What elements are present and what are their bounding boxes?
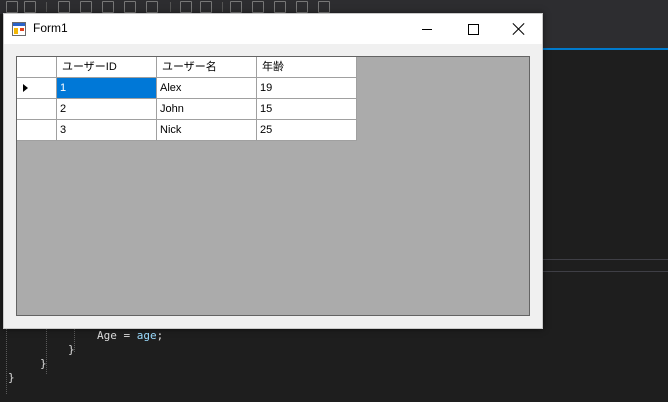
toolbar-tool-icon[interactable] bbox=[200, 1, 212, 13]
toolbar-tool-icon[interactable] bbox=[58, 1, 70, 13]
ide-tab-strip bbox=[540, 14, 668, 50]
title-bar[interactable]: Form1 bbox=[4, 14, 542, 44]
code-line-brace: } bbox=[40, 357, 47, 370]
indent-guide bbox=[6, 324, 7, 394]
code-line-brace: } bbox=[68, 343, 75, 356]
table-row: 3 Nick 25 bbox=[17, 120, 357, 141]
column-header-user-name[interactable]: ユーザー名 bbox=[157, 57, 257, 78]
toolbar-tool-icon[interactable] bbox=[24, 1, 36, 13]
ide-panel-divider bbox=[540, 259, 668, 260]
toolbar-tool-icon[interactable] bbox=[274, 1, 286, 13]
window-title: Form1 bbox=[33, 21, 68, 35]
toolbar-tool-icon[interactable] bbox=[124, 1, 136, 13]
minimize-icon bbox=[422, 28, 432, 30]
toolbar-separator bbox=[46, 2, 47, 12]
maximize-button[interactable] bbox=[450, 14, 496, 44]
grid-corner-header[interactable] bbox=[17, 57, 57, 78]
row-header[interactable] bbox=[17, 78, 57, 99]
toolbar-separator bbox=[222, 2, 223, 12]
table-row: 2 John 15 bbox=[17, 99, 357, 120]
app-form-icon bbox=[12, 22, 26, 36]
toolbar-tool-icon[interactable] bbox=[146, 1, 158, 13]
cell-age[interactable]: 25 bbox=[257, 120, 357, 141]
bookmark-icon[interactable] bbox=[230, 1, 242, 13]
chevron-down-icon[interactable] bbox=[318, 1, 330, 13]
current-row-indicator-icon bbox=[23, 84, 28, 92]
cell-user-name[interactable]: Nick bbox=[157, 120, 257, 141]
minimize-button[interactable] bbox=[404, 14, 450, 44]
toolbar-tool-icon[interactable] bbox=[296, 1, 308, 13]
toolbar-tool-icon[interactable] bbox=[6, 1, 18, 13]
maximize-icon bbox=[467, 23, 479, 35]
cell-user-id[interactable]: 2 bbox=[57, 99, 157, 120]
cell-age[interactable]: 15 bbox=[257, 99, 357, 120]
ide-toolbar bbox=[0, 0, 668, 14]
data-grid[interactable]: ユーザーID ユーザー名 年齢 1 Alex 19 2 John 15 3 Ni… bbox=[16, 56, 530, 316]
table-row: 1 Alex 19 bbox=[17, 78, 357, 99]
cell-user-id[interactable]: 1 bbox=[57, 78, 157, 99]
ide-panel-divider bbox=[540, 271, 668, 272]
row-header[interactable] bbox=[17, 99, 57, 120]
cell-user-name[interactable]: John bbox=[157, 99, 257, 120]
toolbar-tool-icon[interactable] bbox=[252, 1, 264, 13]
cell-user-id[interactable]: 3 bbox=[57, 120, 157, 141]
cell-user-name[interactable]: Alex bbox=[157, 78, 257, 99]
row-header[interactable] bbox=[17, 120, 57, 141]
form-window: Form1 ユーザーID ユーザー名 年齢 1 Alex 19 2 John 1… bbox=[3, 13, 543, 329]
grid-header-row: ユーザーID ユーザー名 年齢 bbox=[17, 57, 357, 78]
toolbar-separator bbox=[170, 2, 171, 12]
close-button[interactable] bbox=[496, 14, 542, 44]
toolbar-tool-icon[interactable] bbox=[180, 1, 192, 13]
column-header-user-id[interactable]: ユーザーID bbox=[57, 57, 157, 78]
cell-age[interactable]: 19 bbox=[257, 78, 357, 99]
toolbar-tool-icon[interactable] bbox=[80, 1, 92, 13]
close-icon bbox=[513, 23, 525, 35]
column-header-age[interactable]: 年齢 bbox=[257, 57, 357, 78]
code-line-assignment: Age = age; bbox=[97, 329, 164, 342]
toolbar-tool-icon[interactable] bbox=[102, 1, 114, 13]
code-line-brace: } bbox=[8, 371, 15, 384]
